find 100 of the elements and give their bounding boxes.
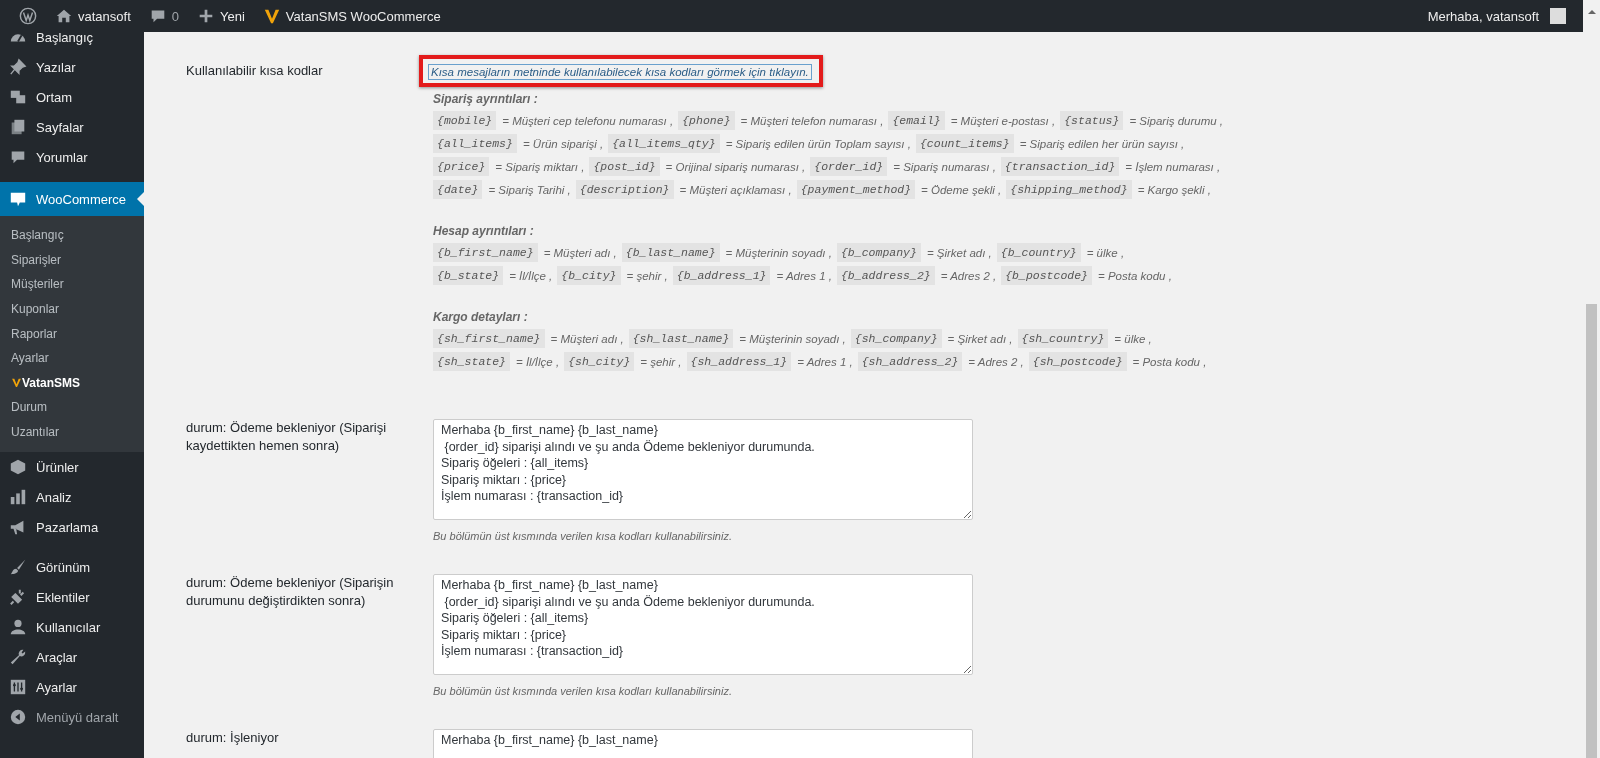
shortcode: {email} (888, 111, 945, 130)
shortcode: {sh_city} (564, 352, 635, 371)
shortcode: {phone} (678, 111, 735, 130)
shortcode: {b_country} (996, 243, 1081, 262)
shortcode-description: = Ödeme şekli , (921, 183, 1002, 196)
field-hint: Bu bölümün üst kısmında verilen kısa kodları kullanabilirsiniz. (433, 530, 733, 542)
sidebar-item[interactable]: Menüyü daralt (0, 702, 144, 733)
pages-icon (9, 118, 27, 136)
shortcode-description: = İşlem numarası , (1125, 160, 1221, 173)
submenu-item[interactable]: Raporlar (0, 321, 144, 346)
submenu-item[interactable]: VatanSMS (0, 370, 144, 396)
box-icon (9, 458, 27, 477)
shortcode-description: = İl/İlçe , (509, 269, 553, 282)
sliders-icon (9, 678, 27, 697)
shortcode: {status} (1060, 111, 1124, 130)
shortcode-description: = Şirket adı , (947, 332, 1013, 345)
shortcode-description: = Adres 1 , (797, 355, 853, 368)
sidebar-item[interactable]: Yazılar (0, 52, 144, 82)
submenu-item[interactable]: Başlangıç (0, 223, 144, 248)
shortcode: {sh_first_name} (433, 329, 545, 348)
admin-bar-link[interactable]: vatansoft (78, 8, 131, 24)
shortcode-description: = şehir , (626, 269, 668, 282)
shortcode-description: = Kargo şekli , (1137, 183, 1211, 196)
pin-icon (9, 58, 27, 76)
shortcode-description: = Müşteri cep telefonu numarası , (502, 114, 674, 127)
home-icon (55, 7, 73, 25)
submenu-item[interactable]: Siparişler (0, 247, 144, 273)
shortcode: {shipping_method} (1006, 180, 1132, 199)
v-logo-icon (11, 376, 22, 390)
submenu-item[interactable]: Durum (0, 395, 144, 420)
sidebar-item[interactable]: Analiz (0, 482, 144, 513)
shortcode: {sh_state} (433, 352, 510, 371)
avatar-icon (1550, 8, 1566, 24)
submenu-item[interactable]: Ayarlar (0, 345, 144, 371)
shortcode: {price} (433, 157, 490, 176)
sidebar-item[interactable]: Görünüm (0, 552, 144, 583)
shortcode-description: = Posta kodu , (1098, 269, 1172, 282)
media-icon (9, 88, 27, 106)
shortcode: {b_first_name} (433, 243, 538, 262)
submenu-item[interactable]: Kuponlar (0, 296, 144, 322)
section-title: Sipariş ayrıntıları : (433, 91, 539, 108)
wordpress-logo-icon (19, 7, 37, 25)
submenu-item[interactable]: Uzantılar (0, 419, 144, 445)
admin-bar-link[interactable]: Yeni (220, 8, 245, 24)
sidebar-item[interactable]: Ortam (0, 82, 144, 112)
message-textarea[interactable]: Merhaba {b_first_name} {b_last_name} {order_id} siparişi alındı ve şu anda Ödeme bekleniyor durumunda. Sipariş öğeleri : {all_items} Sipariş miktarı : {price} İşlem numarası : {transaction_id} (433, 574, 973, 675)
section-title: Hesap ayrıntıları : (433, 223, 535, 240)
shortcode: {b_company} (836, 243, 921, 262)
sidebar-item[interactable]: Kullanıcılar (0, 612, 144, 643)
sidebar-item[interactable]: Ürünler (0, 452, 144, 483)
shortcode: {order_id} (810, 157, 888, 176)
sidebar-item[interactable]: Pazarlama (0, 512, 144, 543)
admin-bar-link[interactable]: 0 (171, 8, 179, 24)
sidebar-item[interactable]: Ayarlar (0, 672, 144, 703)
shortcode: {b_address_2} (836, 266, 935, 285)
sidebar-item[interactable]: Yorumlar (0, 142, 144, 172)
submenu-item[interactable]: Müşteriler (0, 272, 144, 297)
shortcode: {b_state} (433, 266, 504, 285)
shortcode-description: = Müşteri e-postası , (950, 114, 1056, 127)
shortcode-description: = Ürün siparişi , (522, 137, 604, 150)
field-hint: Bu bölümün üst kısmında verilen kısa kodları kullanabilirsiniz. (433, 685, 733, 697)
field-label: Kullanılabilir kısa kodlar (186, 62, 324, 80)
field-label: durum: Ödeme bekleniyor (Siparişin durumunu değiştirdikten sonra) (186, 574, 395, 611)
shortcodes-link[interactable]: Kısa mesajların metninde kullanılabilecek kısa kodları görmek için tıklayın. (428, 64, 812, 80)
shortcode: {b_address_1} (672, 266, 771, 285)
shortcode: {date} (433, 180, 483, 199)
shortcode: {count_items} (915, 134, 1014, 153)
shortcode: {sh_country} (1017, 329, 1109, 348)
sidebar-item[interactable]: WooCommerce (0, 182, 144, 216)
sidebar-item[interactable]: Başlangıç (0, 32, 144, 52)
shortcode: {transaction_id} (1000, 157, 1120, 176)
shortcode: {post_id} (589, 157, 660, 176)
shortcode-description: = Sipariş edilen her ürün sayısı , (1019, 137, 1185, 150)
shortcode-description: = Sipariş edilen ürün Toplam sayısı , (725, 137, 911, 150)
shortcode-description: = Sipariş Tarihi , (488, 183, 571, 196)
field-label: durum: Ödeme bekleniyor (Siparişi kaydettikten hemen sonra) (186, 419, 388, 456)
message-textarea[interactable]: Merhaba {b_first_name} {b_last_name} {order_id} siparişi alındı ve şu anda Ödeme bekleniyor durumunda. Sipariş öğeleri : {all_items} Sipariş miktarı : {price} İşlem numarası : {transaction_id} (433, 419, 973, 520)
shortcode-description: = Adres 2 , (968, 355, 1024, 368)
shortcode-description: = Sipariş numarası , (893, 160, 996, 173)
shortcode: {payment_method} (796, 180, 916, 199)
speech-bubble-icon (9, 190, 27, 208)
shortcode-description: = Posta kodu , (1132, 355, 1207, 368)
shortcode-description: = İl/İlçe , (516, 355, 560, 368)
brush-icon (9, 558, 27, 577)
message-textarea[interactable]: Merhaba {b_first_name} {b_last_name} (433, 729, 973, 758)
sidebar-item[interactable]: Araçlar (0, 642, 144, 673)
shortcode: {sh_last_name} (628, 329, 734, 348)
shortcode-description: = Adres 1 , (776, 269, 832, 282)
plug-icon (9, 588, 27, 607)
v-logo-icon (262, 7, 281, 25)
sidebar-item[interactable]: Sayfalar (0, 112, 144, 142)
account-link[interactable]: Merhaba, vatansoft (1418, 0, 1575, 32)
section-title: Kargo detayları : (433, 309, 529, 326)
admin-bar-link[interactable]: VatanSMS WooCommerce (285, 8, 441, 24)
shortcode-description: = Müşterinin soyadı , (725, 246, 832, 259)
sidebar-item[interactable]: Eklentiler (0, 582, 144, 613)
shortcode-description: = Orijinal sipariş numarası , (665, 160, 806, 173)
shortcode: {sh_company} (850, 329, 942, 348)
shortcode-description: = ülke , (1086, 246, 1125, 259)
bar-chart-icon (9, 488, 27, 507)
